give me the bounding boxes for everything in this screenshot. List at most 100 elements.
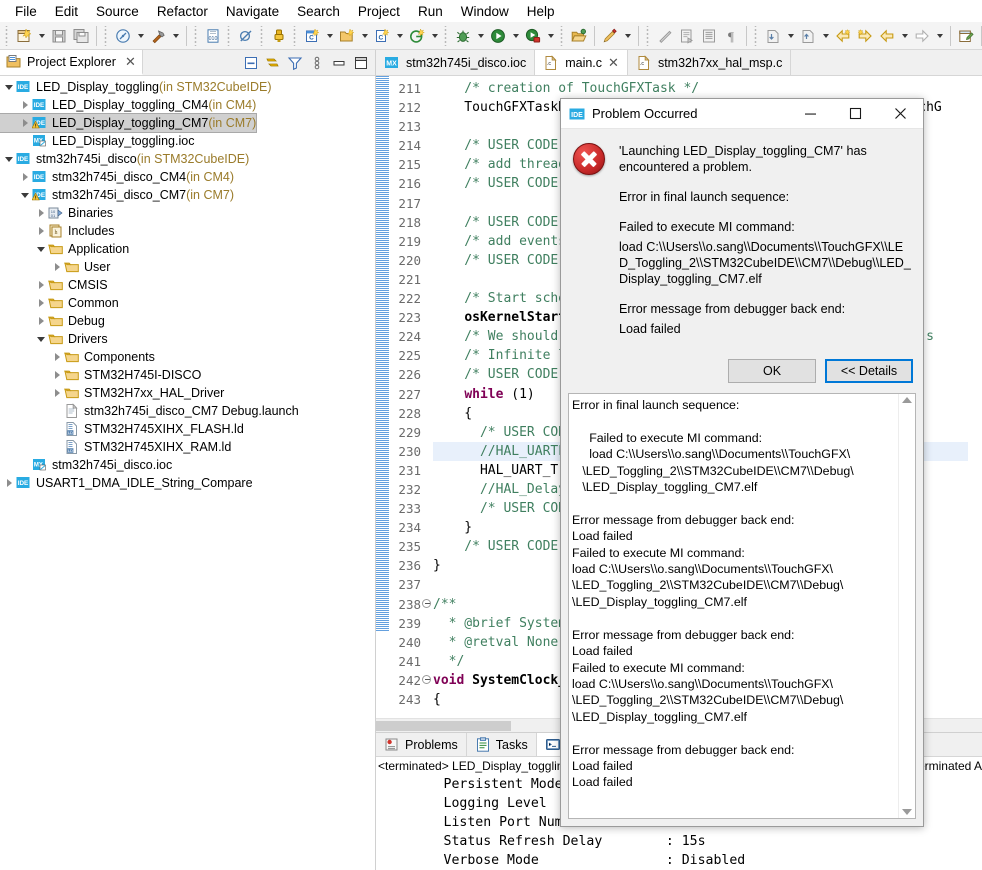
details-button[interactable]: << Details [825,359,913,383]
pencil-button[interactable] [599,25,621,47]
chevron-down-icon[interactable] [21,192,29,198]
new-c-cpp-project-button[interactable]: C [301,25,323,47]
run-button[interactable] [487,25,509,47]
scroll-up-arrow-icon[interactable] [902,397,912,403]
tree-item-stm32h745i-disco-cm4[interactable]: IDE stm32h745i_disco_CM4 (in CM4) [0,168,375,186]
back-navigation-button[interactable] [876,25,898,47]
tree-twisty[interactable] [2,474,16,492]
tree-item-drivers[interactable]: Drivers [0,330,375,348]
tree-twisty[interactable] [18,96,32,114]
debug-button[interactable] [452,25,474,47]
editor-tab-stm32h745i-disco-ioc[interactable]: MX stm32h745i_disco.ioc [376,50,536,75]
minimize-icon[interactable] [788,99,833,129]
run-last-tool-button[interactable] [522,25,544,47]
tree-item-stm32h745i-disco-cm7-debug-launch[interactable]: stm32h745i_disco_CM7 Debug.launch [0,402,375,420]
tree-twisty[interactable] [18,114,32,132]
tree-twisty[interactable] [50,420,64,438]
tree-twisty[interactable] [50,366,64,384]
tree-item-usart1-dma-idle-string-compare[interactable]: IDE USART1_DMA_IDLE_String_Compare [0,474,375,492]
menu-item-navigate[interactable]: Navigate [217,2,288,21]
editor-tab-main-c[interactable]: .c main.c ✕ [535,50,628,75]
chevron-down-icon[interactable] [509,25,522,47]
new-file-button[interactable] [13,25,35,47]
link-with-editor-icon[interactable] [263,53,283,73]
tree-item-stm32h745xihx-flash-ld[interactable]: LD STM32H745XIHX_FLASH.ld [0,420,375,438]
tree-twisty[interactable] [18,456,32,474]
menu-item-project[interactable]: Project [349,2,409,21]
chevron-down-icon[interactable] [621,25,634,47]
chevron-right-icon[interactable] [38,299,44,307]
chevron-down-icon[interactable] [474,25,487,47]
menu-item-search[interactable]: Search [288,2,349,21]
tree-item-user[interactable]: User [0,258,375,276]
tree-twisty[interactable] [18,132,32,150]
tree-item-stm32h745i-disco-cm7[interactable]: IDE stm32h745i_disco_CM7 (in CM7) [0,186,375,204]
collapse-all-icon[interactable] [241,53,261,73]
menu-item-run[interactable]: Run [409,2,452,21]
chevron-right-icon[interactable] [38,281,44,289]
tree-item-stm32h745xihx-ram-ld[interactable]: LD STM32H745XIHX_RAM.ld [0,438,375,456]
chevron-right-icon[interactable] [54,371,60,379]
save-button[interactable] [48,25,70,47]
save-all-button[interactable] [70,25,92,47]
new-window-button[interactable] [955,25,977,47]
chevron-down-icon[interactable] [5,156,13,162]
tree-item-binaries[interactable]: 10 01 Binaries [0,204,375,222]
tree-twisty[interactable] [50,348,64,366]
minimize-icon[interactable] [329,53,349,73]
tree-item-application[interactable]: Application [0,240,375,258]
tree-twisty[interactable] [34,330,48,348]
tree-twisty[interactable] [34,294,48,312]
chevron-right-icon[interactable] [38,209,44,217]
chevron-down-icon[interactable] [784,25,797,47]
tree-twisty[interactable] [18,168,32,186]
chevron-right-icon[interactable] [38,227,44,235]
tree-twisty[interactable] [2,78,16,96]
close-icon[interactable] [878,99,923,129]
maximize-icon[interactable] [833,99,878,129]
code-line[interactable]: /* creation of TouchGFXTask */ [433,79,982,98]
block-selection-button[interactable] [698,25,720,47]
tree-item-led-display-toggling-cm7[interactable]: IDE LED_Display_toggling_CM7 (in CM7) [0,113,258,133]
tree-item-led-display-toggling[interactable]: IDE LED_Display_toggling (in STM32CubeIDE… [0,78,375,96]
editor-vertical-scrollbar[interactable] [968,76,982,718]
tree-item-common[interactable]: Common [0,294,375,312]
project-tree[interactable]: IDE LED_Display_toggling (in STM32CubeIDE… [0,76,375,870]
tree-twisty[interactable] [34,222,48,240]
menu-item-refactor[interactable]: Refactor [148,2,217,21]
tree-item-stm32h745i-disco[interactable]: STM32H745I-DISCO [0,366,375,384]
show-whitespace-button[interactable] [676,25,698,47]
view-filter-icon[interactable] [285,53,305,73]
chevron-down-icon[interactable] [323,25,336,47]
tab-project-explorer[interactable]: Project Explorer ✕ [0,50,143,75]
editor-tab-stm32h7xx-hal-msp-c[interactable]: .c stm32h7xx_hal_msp.c [627,50,792,75]
problem-occurred-dialog[interactable]: IDE Problem Occurred 'Launching LED_Disp… [560,98,924,827]
chevron-right-icon[interactable] [54,389,60,397]
chevron-down-icon[interactable] [428,25,441,47]
back-to-button[interactable] [832,25,854,47]
tree-twisty[interactable] [34,276,48,294]
open-folder-button[interactable] [568,25,590,47]
toggle-binary-button[interactable]: 010 [202,25,224,47]
chevron-down-icon[interactable] [933,25,946,47]
chevron-right-icon[interactable] [22,101,28,109]
tree-twisty[interactable] [18,186,32,204]
console-tab-problems[interactable]: Problems [376,733,467,756]
tree-twisty[interactable] [50,402,64,420]
chevron-down-icon[interactable] [35,25,48,47]
menu-item-window[interactable]: Window [452,2,518,21]
tree-twisty[interactable] [34,240,48,258]
chevron-right-icon[interactable] [38,317,44,325]
view-menu-icon[interactable] [307,53,327,73]
build-all-button[interactable] [112,25,134,47]
tree-item-includes[interactable]: h Includes [0,222,375,240]
scroll-down-arrow-icon[interactable] [902,809,912,815]
console-tab-tasks[interactable]: Tasks [467,733,537,756]
tree-item-stm32h745i-disco[interactable]: IDE stm32h745i_disco (in STM32CubeIDE) [0,150,375,168]
build-hammer-button[interactable] [147,25,169,47]
menu-item-help[interactable]: Help [518,2,564,21]
new-stm32-project-button[interactable] [406,25,428,47]
build-configuration-button[interactable] [268,25,290,47]
previous-annotation-button[interactable] [797,25,819,47]
dialog-details-panel[interactable]: Error in final launch sequence: Failed t… [568,393,916,819]
